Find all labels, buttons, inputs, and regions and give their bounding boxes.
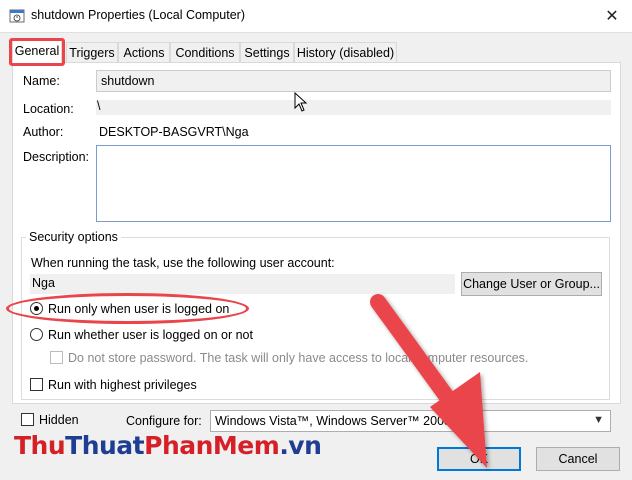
general-tab-annotation (9, 38, 65, 66)
watermark-part: Thuat (65, 431, 145, 460)
watermark-logo: ThuThuatPhanMem.vn (14, 431, 322, 460)
configure-for-label: Configure for: (126, 414, 202, 428)
description-textarea[interactable] (96, 145, 611, 222)
location-value: \ (97, 99, 101, 113)
cancel-button[interactable]: Cancel (536, 447, 620, 471)
change-user-button[interactable]: Change User or Group... (461, 272, 602, 296)
tab-label: History (disabled) (296, 46, 395, 60)
run-logged-on-annotation (6, 293, 249, 324)
tab-label: Actions (123, 46, 165, 60)
run-whether-label[interactable]: Run whether user is logged on or not (48, 328, 253, 342)
account-prompt: When running the task, use the following… (31, 256, 335, 270)
tab-triggers[interactable]: Triggers (66, 42, 118, 62)
configure-for-value: Windows Vista™, Windows Server™ 2008 (215, 414, 451, 428)
tab-actions[interactable]: Actions (118, 42, 170, 62)
window-title: shutdown Properties (Local Computer) (31, 8, 245, 22)
name-label: Name: (23, 74, 60, 88)
watermark-part: .vn (279, 431, 322, 460)
run-whether-radio[interactable] (30, 328, 43, 341)
tab-label: Settings (244, 46, 290, 60)
tab-label: Triggers (69, 46, 115, 60)
tab-history[interactable]: History (disabled) (294, 42, 397, 62)
close-icon: ✕ (605, 8, 619, 25)
configure-for-select[interactable]: Windows Vista™, Windows Server™ 2008 ▼ (210, 410, 611, 432)
chevron-down-icon: ▼ (593, 414, 604, 426)
watermark-part: PhanMem (144, 431, 280, 460)
location-label: Location: (23, 102, 74, 116)
name-field[interactable]: shutdown (96, 70, 611, 92)
ok-button[interactable]: OK (437, 447, 521, 471)
mouse-cursor-icon (294, 92, 308, 112)
watermark-part: Thu (14, 431, 66, 460)
tab-conditions[interactable]: Conditions (170, 42, 240, 62)
highest-privileges-label[interactable]: Run with highest privileges (48, 378, 197, 392)
security-options-title: Security options (26, 230, 121, 244)
close-button[interactable]: ✕ (592, 0, 632, 32)
tab-settings[interactable]: Settings (240, 42, 294, 62)
description-label: Description: (23, 150, 89, 164)
hidden-label[interactable]: Hidden (39, 413, 79, 427)
highest-privileges-checkbox[interactable] (30, 378, 43, 391)
tab-label: Conditions (175, 46, 235, 60)
no-store-password-label: Do not store password. The task will onl… (68, 351, 529, 365)
hidden-checkbox[interactable] (21, 413, 34, 426)
author-label: Author: (23, 125, 64, 139)
location-value-box (96, 100, 611, 115)
no-store-password-checkbox (50, 351, 63, 364)
title-bar: shutdown Properties (Local Computer) ✕ (0, 0, 632, 33)
author-value: DESKTOP-BASGVRT\Nga (99, 125, 249, 139)
task-scheduler-icon (9, 9, 25, 23)
user-account-value: Nga (30, 274, 455, 294)
